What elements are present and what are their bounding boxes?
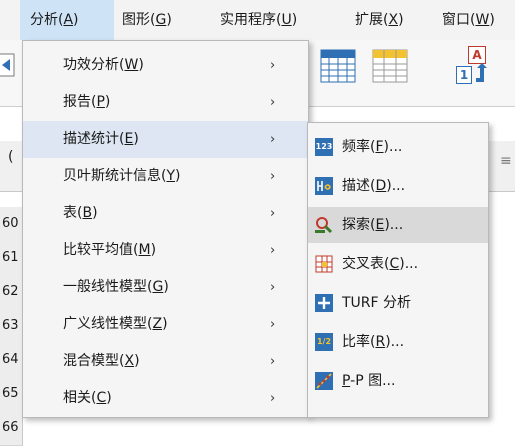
turf-icon: [315, 294, 333, 312]
chevron-right-icon: ›: [270, 95, 276, 110]
submenu-item-label: 描述(D)...: [342, 178, 406, 194]
menu-item-correlate[interactable]: 相关(C) ›: [23, 380, 308, 417]
row-number[interactable]: 64: [0, 343, 23, 378]
menu-item-bayesian-statistics[interactable]: 贝叶斯统计信息(Y) ›: [23, 158, 308, 195]
chevron-right-icon: ›: [270, 132, 276, 147]
menu-window-label: 窗口(: [442, 12, 476, 28]
chevron-right-icon: ›: [270, 243, 276, 258]
menu-graphs-mnemonic: G: [155, 12, 167, 28]
descriptives-icon: [315, 177, 333, 195]
row-number[interactable]: 60: [0, 207, 23, 242]
menu-window[interactable]: 窗口(W): [442, 0, 495, 40]
menu-item-label: 相关(C): [63, 390, 112, 406]
menu-extensions-label: 扩展(: [355, 12, 389, 28]
menu-item-mixed-models[interactable]: 混合模型(X) ›: [23, 343, 308, 380]
menu-item-general-linear-model[interactable]: 一般线性模型(G) ›: [23, 269, 308, 306]
submenu-item-pp-plot[interactable]: P-P 图...: [308, 363, 488, 399]
chevron-right-icon: ›: [270, 354, 276, 369]
chevron-right-icon: ›: [270, 317, 276, 332]
row-number[interactable]: 63: [0, 309, 23, 344]
menu-analyze-mnemonic: A: [63, 12, 74, 28]
row-number[interactable]: 62: [0, 275, 23, 310]
menu-item-label: 表(B): [63, 205, 98, 221]
menu-window-tail: ): [489, 12, 495, 28]
menu-extensions-tail: ): [398, 12, 404, 28]
grid-header-fragment: (: [8, 149, 14, 165]
menu-item-label: 一般线性模型(G): [63, 279, 169, 295]
menu-item-reports[interactable]: 报告(P) ›: [23, 84, 308, 121]
menu-item-label: 贝叶斯统计信息(Y): [63, 168, 181, 184]
submenu-item-explore[interactable]: 探索(E)...: [308, 207, 488, 243]
row-number[interactable]: 65: [0, 377, 23, 412]
value-label-arrow-icon: [476, 63, 487, 82]
frequencies-icon: 123: [315, 138, 333, 156]
grid-header-fragment-right: ≡: [500, 153, 512, 169]
submenu-item-label: 频率(F)...: [342, 139, 403, 155]
submenu-item-label: TURF 分析: [342, 295, 412, 311]
menu-item-power-analysis[interactable]: 功效分析(W) ›: [23, 47, 308, 84]
submenu-item-label: P-P 图...: [342, 373, 396, 389]
submenu-item-frequencies[interactable]: 123 频率(F)...: [308, 129, 488, 165]
menu-utilities-tail: ): [291, 12, 298, 28]
ratio-icon: 1/2: [315, 333, 333, 351]
submenu-item-turf-analysis[interactable]: TURF 分析: [308, 285, 488, 321]
menu-analyze-label: 分析(: [30, 12, 64, 28]
menu-bar: 分析(A) 图形(G) 实用程序(U) 扩展(X) 窗口(W): [0, 0, 515, 41]
menu-item-descriptive-statistics[interactable]: 描述统计(E) ›: [23, 121, 308, 158]
menu-item-label: 比较平均值(M): [63, 242, 157, 258]
table-icon[interactable]: [372, 48, 408, 84]
chevron-right-icon: ›: [270, 391, 276, 406]
pp-plot-icon: [315, 372, 333, 390]
menu-graphs-label: 图形(: [122, 12, 156, 28]
menu-extensions[interactable]: 扩展(X): [355, 0, 404, 40]
explore-icon: [315, 216, 333, 234]
submenu-item-descriptives[interactable]: 描述(D)...: [308, 168, 488, 204]
descriptives-submenu: 123 频率(F)... 描述(D)... 探索(E)... 交叉表(C)...…: [307, 122, 489, 418]
menu-item-label: 广义线性模型(Z): [63, 316, 168, 332]
grid-icon[interactable]: [320, 48, 356, 84]
menu-utilities[interactable]: 实用程序(U): [220, 0, 297, 40]
menu-graphs-tail: ): [166, 12, 172, 28]
row-number[interactable]: 61: [0, 241, 23, 276]
menu-analyze-tail: ): [73, 12, 79, 28]
submenu-item-label: 探索(E)...: [342, 217, 404, 233]
value-label-digit: 1: [456, 66, 472, 84]
menu-item-label: 功效分析(W): [63, 57, 144, 73]
chevron-right-icon: ›: [270, 169, 276, 184]
analyze-menu: 功效分析(W) › 报告(P) › 描述统计(E) › 贝叶斯统计信息(Y) ›…: [22, 40, 309, 418]
chevron-right-icon: ›: [270, 206, 276, 221]
submenu-item-ratio[interactable]: 1/2 比率(R)...: [308, 324, 488, 360]
menu-utilities-mnemonic: U: [281, 12, 292, 28]
menu-window-mnemonic: W: [475, 12, 490, 28]
crosstabs-icon: [315, 255, 333, 273]
chevron-right-icon: ›: [270, 280, 276, 295]
menu-item-generalized-linear-model[interactable]: 广义线性模型(Z) ›: [23, 306, 308, 343]
menu-item-compare-means[interactable]: 比较平均值(M) ›: [23, 232, 308, 269]
menu-item-label: 混合模型(X): [63, 353, 140, 369]
menu-item-label: 报告(P): [63, 94, 111, 110]
chevron-right-icon: ›: [270, 58, 276, 73]
undo-icon[interactable]: [0, 50, 20, 80]
menu-item-tables[interactable]: 表(B) ›: [23, 195, 308, 232]
submenu-item-crosstabs[interactable]: 交叉表(C)...: [308, 246, 488, 282]
row-number[interactable]: 66: [0, 411, 23, 446]
submenu-item-label: 比率(R)...: [342, 334, 405, 350]
menu-extensions-mnemonic: X: [388, 12, 399, 28]
menu-analyze[interactable]: 分析(A): [20, 0, 114, 40]
value-labels-icon[interactable]: A 1: [454, 46, 494, 90]
submenu-item-label: 交叉表(C)...: [342, 256, 419, 272]
menu-graphs[interactable]: 图形(G): [122, 0, 172, 40]
menu-utilities-label: 实用程序(: [220, 12, 282, 28]
menu-item-label: 描述统计(E): [63, 131, 139, 147]
